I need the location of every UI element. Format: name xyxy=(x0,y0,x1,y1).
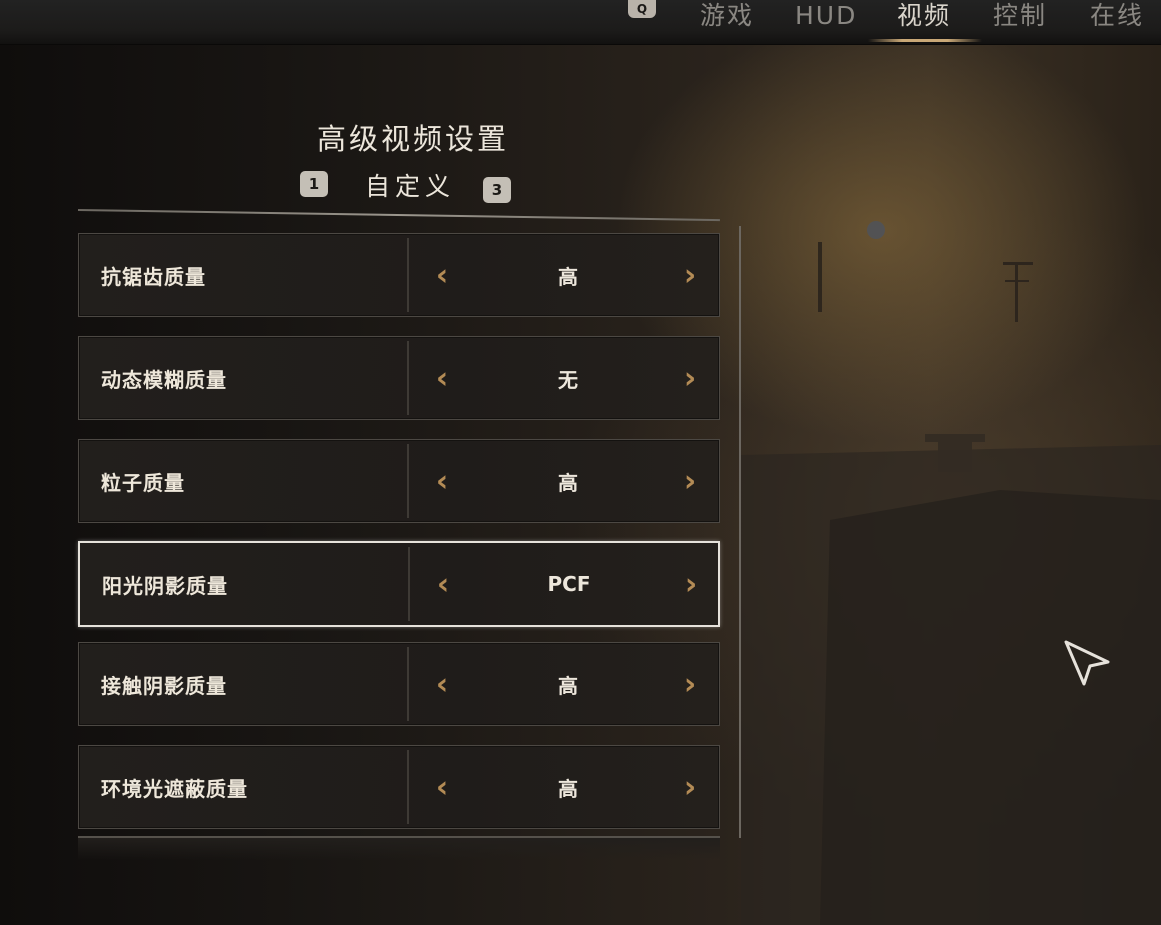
setting-label: 粒子质量 xyxy=(101,470,185,495)
prev-preset-key-badge[interactable]: 1 xyxy=(300,171,328,197)
panel-bottom-edge xyxy=(78,836,720,860)
row-divider xyxy=(407,750,409,824)
setting-label: 接触阴影质量 xyxy=(101,673,227,698)
preset-label: 自定义 xyxy=(364,172,455,201)
chevron-right-icon[interactable]: › xyxy=(675,643,705,725)
tab-game[interactable]: 游戏 xyxy=(700,0,754,36)
tab-online[interactable]: 在线 xyxy=(1090,0,1144,36)
chevron-right-icon[interactable]: › xyxy=(676,543,706,625)
chevron-left-icon[interactable]: ‹ xyxy=(428,543,458,625)
chevron-right-icon[interactable]: › xyxy=(675,440,705,522)
tab-hud[interactable]: HUD xyxy=(795,0,857,36)
active-tab-indicator xyxy=(868,39,982,42)
setting-value: 高 xyxy=(558,470,578,495)
row-divider xyxy=(407,647,409,721)
chevron-right-icon[interactable]: › xyxy=(675,746,705,828)
page-title: 高级视频设置 xyxy=(316,122,509,156)
next-preset-key-badge[interactable]: 3 xyxy=(483,177,511,203)
chevron-left-icon[interactable]: ‹ xyxy=(427,440,457,522)
row-divider xyxy=(407,444,409,518)
chevron-right-icon[interactable]: › xyxy=(675,337,705,419)
setting-value: 高 xyxy=(558,673,578,698)
chevron-right-icon[interactable]: › xyxy=(675,234,705,316)
tab-video[interactable]: 视频 xyxy=(897,0,951,36)
scrollbar-track[interactable] xyxy=(739,226,741,838)
mouse-cursor-icon xyxy=(1064,640,1110,686)
setting-label: 环境光遮蔽质量 xyxy=(101,776,248,801)
chevron-left-icon[interactable]: ‹ xyxy=(427,234,457,316)
setting-value: 无 xyxy=(558,367,578,392)
chevron-left-icon[interactable]: ‹ xyxy=(427,337,457,419)
setting-label: 动态模糊质量 xyxy=(101,367,227,392)
setting-row-particles[interactable]: 粒子质量 ‹ 高 › xyxy=(78,439,720,523)
key-hint-q: Q xyxy=(628,0,656,18)
setting-value: 高 xyxy=(558,776,578,801)
setting-row-motion-blur[interactable]: 动态模糊质量 ‹ 无 › xyxy=(78,336,720,420)
chevron-left-icon[interactable]: ‹ xyxy=(427,746,457,828)
setting-row-ambient-occlusion[interactable]: 环境光遮蔽质量 ‹ 高 › xyxy=(78,745,720,829)
chevron-left-icon[interactable]: ‹ xyxy=(427,643,457,725)
setting-label: 阳光阴影质量 xyxy=(102,573,228,598)
setting-label: 抗锯齿质量 xyxy=(101,264,206,289)
row-divider xyxy=(408,547,410,621)
top-tab-bar: Q 游戏 HUD 视频 控制 在线 xyxy=(0,0,1161,45)
setting-value: 高 xyxy=(558,264,578,289)
row-divider xyxy=(407,238,409,312)
setting-value: PCF xyxy=(547,572,591,596)
setting-row-contact-shadow[interactable]: 接触阴影质量 ‹ 高 › xyxy=(78,642,720,726)
setting-row-antialiasing[interactable]: 抗锯齿质量 ‹ 高 › xyxy=(78,233,720,317)
sun-icon xyxy=(867,221,885,239)
tab-controls[interactable]: 控制 xyxy=(993,0,1047,36)
row-divider xyxy=(407,341,409,415)
setting-row-sun-shadow[interactable]: 阳光阴影质量 ‹ PCF › xyxy=(78,541,720,627)
